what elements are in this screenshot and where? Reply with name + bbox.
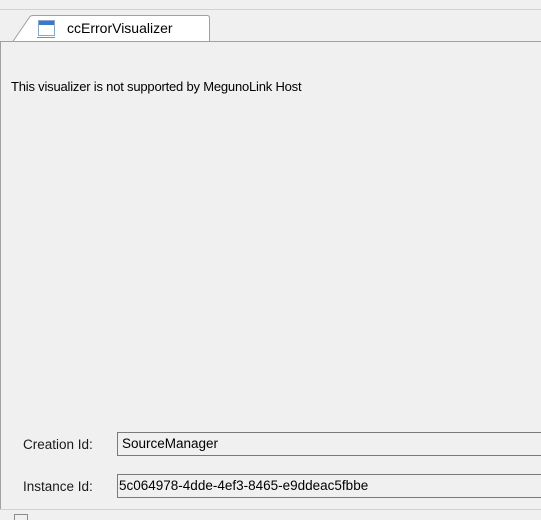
unsupported-message: This visualizer is not supported by Megu… <box>11 79 302 94</box>
visualizer-window: ccErrorVisualizer This visualizer is not… <box>0 0 541 520</box>
top-divider <box>0 0 541 10</box>
instance-id-label: Instance Id: <box>23 479 93 494</box>
window-icon <box>36 17 56 39</box>
bottom-divider <box>0 509 541 510</box>
next-tab-edge <box>14 514 28 520</box>
creation-id-label: Creation Id: <box>23 437 93 452</box>
tab-cc-error-visualizer[interactable]: ccErrorVisualizer <box>12 15 210 42</box>
tab-label: ccErrorVisualizer <box>67 20 173 36</box>
instance-id-field[interactable]: 5c064978-4dde-4ef3-8465-e9ddeac5fbbe <box>117 474 541 498</box>
creation-id-field[interactable]: SourceManager <box>117 432 541 456</box>
